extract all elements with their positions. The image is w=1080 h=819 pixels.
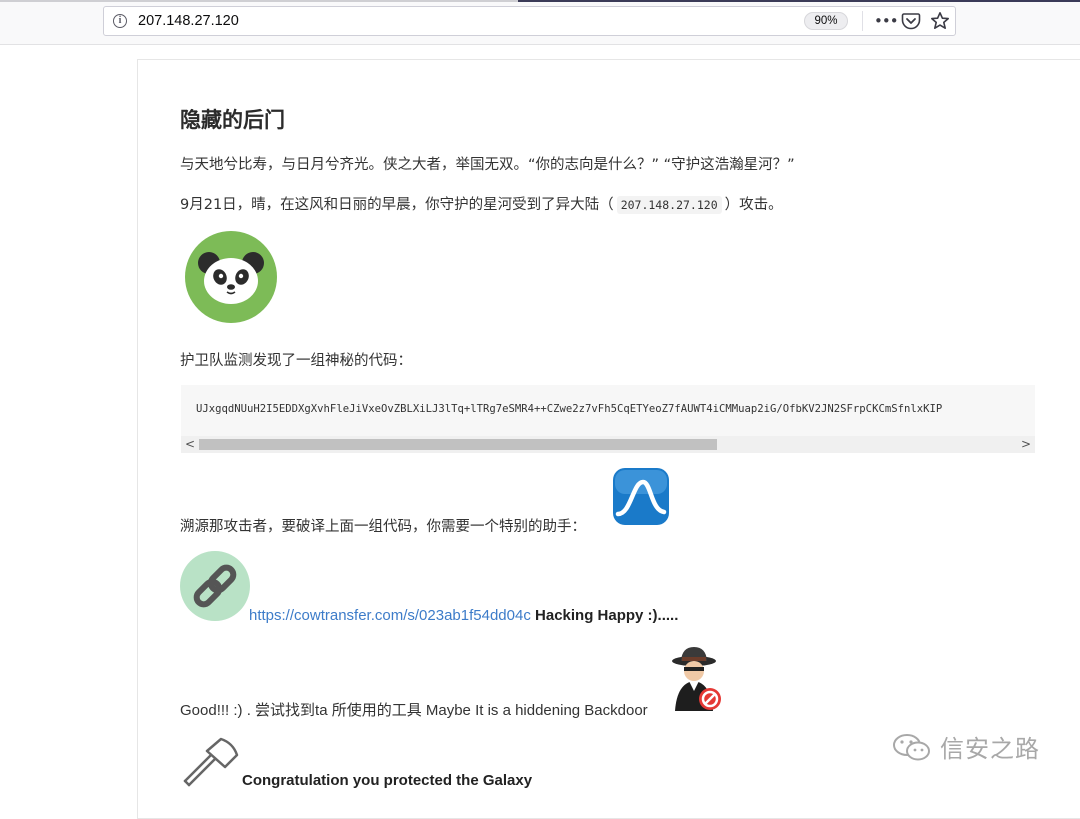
info-icon[interactable]: i xyxy=(113,14,127,28)
tab-strip-edge-active xyxy=(518,0,1080,2)
horizontal-scrollbar[interactable]: < > xyxy=(181,436,1035,453)
browser-toolbar: i 207.148.27.120 90% ••• xyxy=(0,0,1080,45)
trace-paragraph: 溯源那攻击者，要破译上面一组代码，你需要一个特别的助手： xyxy=(180,519,586,535)
scroll-right-arrow-icon[interactable]: > xyxy=(1020,437,1032,452)
download-line: https://cowtransfer.com/s/023ab1f54dd04c… xyxy=(249,607,678,624)
url-bar[interactable]: i 207.148.27.120 90% ••• xyxy=(103,6,956,36)
mystery-code: UJxgqdNUuH2I5EDDXgXvhFleJiVxeOvZBLXiLJ3l… xyxy=(196,403,943,415)
chain-link-icon xyxy=(180,551,250,621)
page-title: 隐藏的后门 xyxy=(180,108,285,132)
attacker-ip: 207.148.27.120 xyxy=(616,196,722,214)
intro-paragraph: 与天地兮比寿，与日月兮齐光。侠之大者，举国无双。“你的志向是什么？” “守护这浩… xyxy=(180,157,795,173)
found-code-text: 护卫队监测发现了一组神秘的代码： xyxy=(180,353,412,369)
url-text[interactable]: 207.148.27.120 xyxy=(138,13,239,29)
panda-icon xyxy=(185,231,277,323)
congrats-text: Congratulation you protected the Galaxy xyxy=(242,772,533,789)
star-icon[interactable] xyxy=(930,11,950,31)
scroll-left-arrow-icon[interactable]: < xyxy=(184,437,196,452)
zoom-level-badge[interactable]: 90% xyxy=(804,12,848,30)
hacker-icon xyxy=(672,647,721,711)
attack-text-prefix: 9月21日，晴，在这风和日丽的早晨，你守护的星河受到了异大陆（ xyxy=(180,197,614,213)
attack-text-suffix: ）攻击。 xyxy=(724,197,783,213)
wireshark-icon xyxy=(613,468,669,525)
cowtransfer-link[interactable]: https://cowtransfer.com/s/023ab1f54dd04c xyxy=(249,607,531,624)
scrollbar-thumb[interactable] xyxy=(199,439,717,450)
tab-strip-edge xyxy=(0,0,520,2)
watermark-text: 信安之路 xyxy=(940,735,1040,763)
wechat-icon xyxy=(893,734,930,761)
hint-paragraph: Good!!! :) . 尝试找到ta 所使用的工具 Maybe It is a… xyxy=(180,702,648,719)
code-block[interactable]: UJxgqdNUuH2I5EDDXgXvhFleJiVxeOvZBLXiLJ3l… xyxy=(181,385,1035,453)
url-bar-divider xyxy=(862,11,863,31)
attack-paragraph: 9月21日，晴，在这风和日丽的早晨，你守护的星河受到了异大陆（ 207.148.2… xyxy=(180,193,783,214)
hacking-happy-text: Hacking Happy :)..... xyxy=(535,607,679,624)
hammer-icon xyxy=(183,737,239,787)
more-icon[interactable]: ••• xyxy=(874,12,899,30)
pocket-icon[interactable] xyxy=(901,12,921,30)
